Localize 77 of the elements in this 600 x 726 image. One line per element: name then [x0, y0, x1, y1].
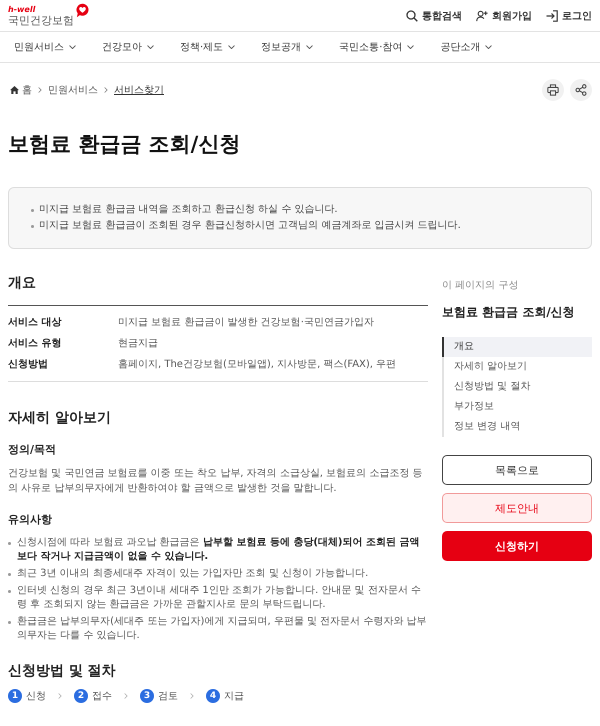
- subsection-heading: 정의/목적: [8, 442, 58, 458]
- bullet-icon: [8, 573, 11, 576]
- share-icon: [575, 84, 587, 96]
- step-number-badge: 4: [206, 689, 220, 703]
- apply-button[interactable]: 신청하기: [442, 531, 592, 561]
- bullet-icon: [31, 224, 34, 228]
- chevron-right-icon: [58, 693, 62, 699]
- login-icon: [546, 10, 558, 22]
- signup-link[interactable]: 회원가입: [476, 8, 532, 22]
- nav-menu-button[interactable]: 정보공개: [261, 40, 314, 54]
- toc-link[interactable]: 부가정보: [444, 397, 592, 417]
- toc-caption: 이 페이지의 구성: [442, 279, 518, 293]
- chevron-down-icon: [407, 44, 414, 50]
- toc-link[interactable]: 신청방법 및 절차: [444, 377, 592, 397]
- overview-label: 신청방법: [8, 358, 49, 372]
- note-text: 최근 3년 이내의 최종세대주 자격이 있는 가입자만 조회 및 신청이 가능합니다.: [17, 567, 368, 581]
- section-heading: 신청방법 및 절차: [8, 662, 117, 681]
- chevron-down-icon: [69, 44, 76, 50]
- overview-value: 홈페이지, The건강보험(모바일앱), 지사방문, 팩스(FAX), 우편: [118, 358, 396, 372]
- step-label: 검토: [158, 690, 178, 703]
- breadcrumb-link[interactable]: 홈: [10, 83, 32, 97]
- definition-text: 건강보험 및 국민연금 보험료를 이중 또는 착오 납부, 자격의 소급상실, 보험료의 소급조정 등의 사유로 납부의무자에게 반환하여야 할 금액으로 발생한 것을 말합니다.: [8, 467, 424, 496]
- summary-text: 미지급 보험료 환급금이 조회된 경우 환급신청하시면 고객님의 예금계좌로 입금시켜 드립니다.: [39, 219, 461, 233]
- note-text: 인터넷 신청의 경우 최근 3년이내 세대주 1인만 조회가 가능합니다. 안내문 및 전자문서 수령 후 조회되지 않는 환급금은 가까운 관할지사로 문의 부탁드립니다.: [17, 584, 422, 612]
- bullet-icon: [8, 590, 11, 593]
- print-button[interactable]: [542, 79, 564, 101]
- printer-icon: [547, 84, 559, 96]
- step-label: 접수: [92, 690, 112, 703]
- nav-menu-button[interactable]: 국민소통·참여: [339, 40, 414, 54]
- user-plus-icon: [476, 10, 488, 22]
- chevron-down-icon: [485, 44, 492, 50]
- step-number-badge: 2: [74, 689, 88, 703]
- chevron-right-icon: [124, 693, 128, 699]
- chevron-down-icon: [228, 44, 236, 50]
- share-button[interactable]: [570, 79, 592, 101]
- guide-button[interactable]: 제도안내: [442, 493, 592, 523]
- step-number-badge: 3: [140, 689, 154, 703]
- toc-link[interactable]: 정보 변경 내역: [444, 417, 592, 437]
- note-text: 환급금은 납부의무자(세대주 또는 가입자)에게 지급되며, 우편물 및 전자문서 수령자와 납부의무자는 다를 수 있습니다.: [17, 615, 428, 643]
- overview-value: 현금지급: [118, 337, 158, 351]
- subsection-heading: 유의사항: [8, 512, 53, 528]
- step-label: 지급: [224, 690, 244, 703]
- bullet-icon: [8, 621, 11, 624]
- bullet-icon: [31, 208, 34, 212]
- nav-menu-button[interactable]: 공단소개: [440, 40, 492, 54]
- heart-logo-icon: [75, 2, 90, 18]
- breadcrumb-link[interactable]: 민원서비스: [48, 83, 98, 97]
- nav-menu-button[interactable]: 건강모아: [102, 40, 154, 54]
- toc-link[interactable]: 개요: [442, 337, 592, 357]
- section-heading: 자세히 알아보기: [8, 409, 112, 428]
- step-number-badge: 1: [8, 689, 22, 703]
- step-label: 신청: [26, 690, 46, 703]
- search-link[interactable]: 통합검색: [406, 8, 462, 22]
- login-link[interactable]: 로그인: [546, 8, 592, 22]
- chevron-down-icon: [147, 44, 154, 50]
- page-title: 보험료 환급금 조회/신청: [8, 131, 242, 157]
- list-button[interactable]: 목록으로: [442, 455, 592, 485]
- toc-link[interactable]: 자세히 알아보기: [444, 357, 592, 377]
- toc-title: 보험료 환급금 조회/신청: [442, 304, 575, 321]
- chevron-right-icon: [190, 693, 194, 699]
- overview-value: 미지급 보험료 환급금이 발생한 건강보험·국민연금가입자: [118, 316, 374, 330]
- overview-label: 서비스 대상: [8, 316, 62, 330]
- nav-menu-button[interactable]: 정책·제도: [180, 40, 236, 54]
- note-text: 신청시점에 따라 보험료 과오납 환급금은 납부할 보험료 등에 충당(대체)되어 조회된 금액보다 작거나 지급금액이 없을 수 있습니다.: [17, 536, 420, 564]
- search-icon: [406, 10, 418, 22]
- breadcrumb-link[interactable]: 서비스찾기: [114, 83, 164, 97]
- section-heading: 개요: [8, 274, 37, 293]
- summary-text: 미지급 보험료 환급금 내역을 조회하고 환급신청 하실 수 있습니다.: [39, 203, 338, 217]
- nav-menu-button[interactable]: 민원서비스: [14, 40, 76, 54]
- chevron-right-icon: [104, 87, 108, 93]
- chevron-down-icon: [306, 44, 314, 50]
- home-icon: [10, 86, 19, 94]
- chevron-right-icon: [38, 87, 42, 93]
- logo-name: 국민건강보험: [8, 14, 74, 26]
- bullet-icon: [8, 542, 11, 545]
- logo-tagline: h-well: [8, 6, 36, 14]
- overview-label: 서비스 유형: [8, 337, 62, 351]
